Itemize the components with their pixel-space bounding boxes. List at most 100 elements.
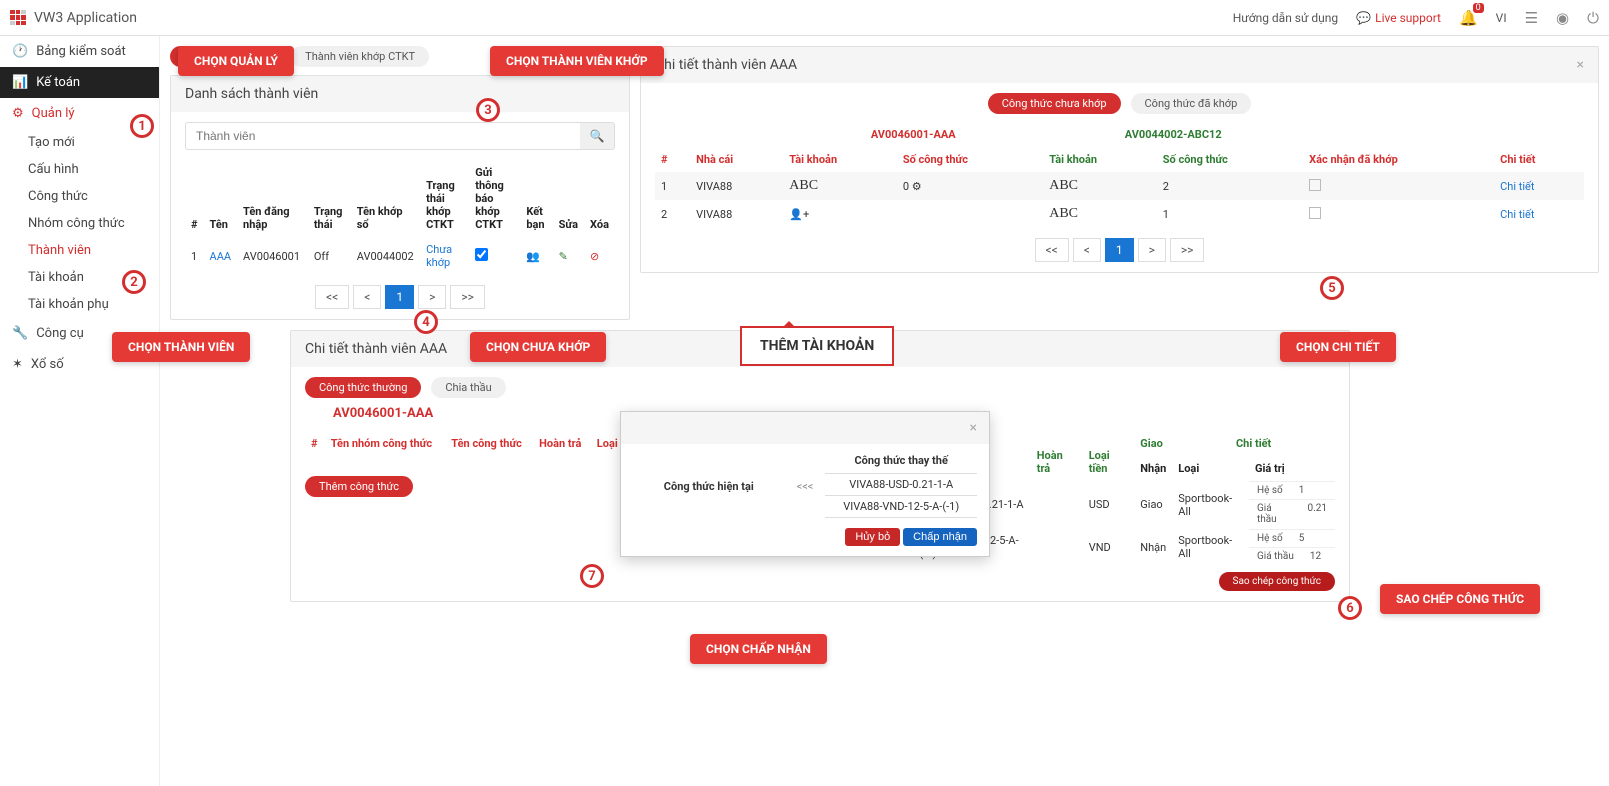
- search-button[interactable]: 🔍: [580, 123, 614, 149]
- modal-current-label: Công thức hiện tại: [633, 480, 785, 493]
- member-search-input[interactable]: [186, 123, 580, 149]
- coef-val: 1: [1291, 482, 1313, 499]
- col-receive: Nhận: [1134, 456, 1172, 481]
- page-first[interactable]: <<: [1035, 238, 1069, 262]
- col-status: Trạng thái: [308, 160, 351, 237]
- col-send-notify: Gửi thông báo khớp CTKT: [469, 160, 520, 237]
- bid-label: Giá thầu: [1249, 500, 1300, 528]
- col-formula-count-sub: Số công thức: [897, 147, 1043, 172]
- col-account1: AV0046001-AAA: [783, 122, 1043, 147]
- cancel-button[interactable]: Hủy bỏ: [845, 528, 900, 546]
- sidebar-label: Bảng kiểm soát: [36, 44, 126, 59]
- detail-link[interactable]: Chi tiết: [1500, 208, 1534, 221]
- confirm-checkbox[interactable]: [1309, 207, 1321, 219]
- sidebar-item-dashboard[interactable]: 🕐 Bảng kiểm soát: [0, 36, 159, 67]
- tab-unmatched-formula[interactable]: Công thức chưa khớp: [988, 93, 1121, 114]
- edit-icon[interactable]: ✎: [559, 250, 568, 263]
- coef-label: Hệ số: [1249, 530, 1291, 547]
- col-del: Xóa: [584, 160, 615, 237]
- col-refund: Hoàn trả: [1031, 431, 1083, 481]
- col-name: Tên: [204, 160, 238, 237]
- step-badge-7: 7: [580, 564, 604, 588]
- copy-formula-button[interactable]: Sao chép công thức: [1219, 572, 1335, 591]
- sidebar-item-formula-group[interactable]: Nhóm công thức: [0, 210, 159, 237]
- friend-icon[interactable]: 👥: [526, 250, 540, 263]
- accept-button[interactable]: Chấp nhận: [903, 528, 977, 546]
- confirm-checkbox[interactable]: [1309, 179, 1321, 191]
- step-badge-1: 1: [130, 114, 154, 138]
- col-account2: AV0044002-ABC12: [1043, 122, 1303, 147]
- close-icon[interactable]: ×: [1577, 57, 1584, 73]
- page-next[interactable]: >: [418, 285, 446, 309]
- chart-icon: 📊: [12, 75, 28, 90]
- col-login: Tên đăng nhập: [237, 160, 308, 237]
- live-support-label: Live support: [1375, 11, 1441, 25]
- add-account-button[interactable]: 👤+: [783, 200, 897, 228]
- arrow-label: <<<: [797, 480, 814, 493]
- member-name-link[interactable]: AAA: [210, 250, 232, 263]
- tab-matched-formula[interactable]: Công thức đã khớp: [1131, 93, 1252, 114]
- tab-regular-formula[interactable]: Công thức thường: [305, 377, 421, 398]
- bid-val: 0.21: [1300, 500, 1336, 528]
- delete-icon[interactable]: ⊘: [590, 250, 599, 263]
- cell-bookmaker: VIVA88: [690, 200, 783, 228]
- modal-item: VIVA88-USD-0.21-1-A: [825, 473, 977, 496]
- close-icon[interactable]: ×: [970, 420, 977, 436]
- guide-link[interactable]: Hướng dẫn sử dụng: [1233, 11, 1338, 25]
- page-next[interactable]: >: [1138, 238, 1166, 262]
- speech-add-account: THÊM TÀI KHOẢN: [740, 326, 894, 366]
- cell-idx: 1: [185, 237, 204, 275]
- table-row: 1 AAA AV0046001 Off AV0044002 Chưa khớp …: [185, 237, 615, 275]
- sidebar-item-member[interactable]: Thành viên: [0, 237, 159, 264]
- add-formula-button[interactable]: Thêm công thức: [305, 476, 413, 497]
- col-formula-name: Tên công thức: [445, 431, 533, 456]
- col-idx: #: [655, 122, 690, 172]
- cell-c1: 0 ⚙: [897, 172, 1043, 200]
- detail-pagination: << < 1 > >>: [655, 238, 1584, 262]
- detail-link[interactable]: Chi tiết: [1500, 180, 1534, 193]
- sidebar-label: Kế toán: [36, 75, 80, 90]
- step-badge-3: 3: [476, 98, 500, 122]
- step-badge-4: 4: [414, 310, 438, 334]
- col-formula-count-sub2: Số công thức: [1157, 147, 1303, 172]
- sidebar-item-sub-account[interactable]: Tài khoản phụ: [0, 291, 159, 318]
- match-status-link[interactable]: Chưa khớp: [426, 243, 452, 269]
- user-icon[interactable]: ◉: [1556, 9, 1569, 27]
- detail-title: Chi tiết thành viên AAA: [655, 57, 797, 73]
- page-prev[interactable]: <: [1073, 238, 1101, 262]
- member-pagination: << < 1 > >>: [185, 285, 615, 309]
- page-last[interactable]: >>: [450, 285, 485, 309]
- bid-val: 12: [1302, 548, 1329, 565]
- page-first[interactable]: <<: [315, 285, 349, 309]
- add-user-icon: 👤+: [789, 208, 809, 221]
- callout-manage: CHỌN QUẢN LÝ: [178, 46, 294, 76]
- cell-idx: 2: [655, 200, 690, 228]
- sidebar-item-config[interactable]: Cấu hình: [0, 156, 159, 183]
- page-current[interactable]: 1: [1105, 238, 1134, 262]
- app-title: VW3 Application: [34, 10, 137, 26]
- power-icon[interactable]: ⏻: [1587, 9, 1599, 27]
- wrench-icon: 🔧: [12, 326, 28, 341]
- notification-button[interactable]: 🔔 0: [1459, 9, 1478, 27]
- language-switch[interactable]: VI: [1496, 11, 1507, 25]
- gear-icon[interactable]: ⚙: [912, 180, 922, 193]
- sidebar-item-formula[interactable]: Công thức: [0, 183, 159, 210]
- sidebar-item-accounting[interactable]: 📊 Kế toán: [0, 67, 159, 98]
- notification-badge: 0: [1473, 3, 1484, 13]
- tab-matched-members[interactable]: Thành viên khớp CTKT: [291, 46, 429, 67]
- layers-icon[interactable]: ☰: [1525, 9, 1538, 27]
- tab-share[interactable]: Chia thầu: [431, 377, 505, 398]
- page-last[interactable]: >>: [1170, 238, 1205, 262]
- coef-label: Hệ số: [1249, 482, 1291, 499]
- col-value: Giá trị: [1249, 456, 1335, 481]
- col-confirm: Xác nhận đã khớp: [1303, 122, 1494, 172]
- live-support-link[interactable]: 💬 Live support: [1356, 11, 1441, 25]
- callout-accept: CHỌN CHẤP NHẬN: [690, 634, 827, 664]
- callout-member: CHỌN THÀNH VIÊN: [112, 332, 250, 362]
- col-friend: Kết bạn: [520, 160, 552, 237]
- notify-checkbox[interactable]: [475, 248, 488, 261]
- page-current[interactable]: 1: [385, 285, 414, 309]
- callout-matched-member: CHỌN THÀNH VIÊN KHỚP: [490, 46, 664, 76]
- member-table: # Tên Tên đăng nhập Trạng thái Tên khớp …: [185, 160, 615, 275]
- page-prev[interactable]: <: [353, 285, 381, 309]
